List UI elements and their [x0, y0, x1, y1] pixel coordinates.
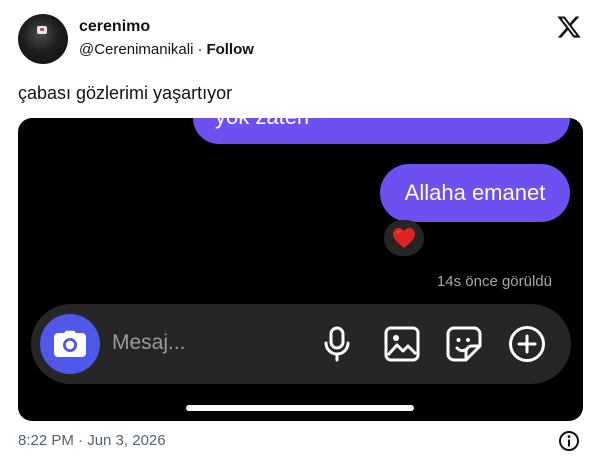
heart-reaction — [384, 220, 424, 256]
microphone-button[interactable] — [318, 325, 356, 363]
separator: · — [197, 41, 203, 58]
gallery-icon — [384, 326, 420, 362]
seen-status: 14s önce görüldü — [436, 273, 552, 290]
camera-icon — [54, 330, 86, 357]
tweet-text: çabası gözlerimi yaşartıyor — [18, 83, 233, 103]
heart-icon — [393, 228, 415, 248]
sticker-icon — [446, 326, 482, 362]
message-bubble-partial: yok zaten — [193, 118, 570, 144]
sticker-button[interactable] — [445, 325, 483, 363]
microphone-icon — [324, 326, 350, 362]
author-name[interactable]: cerenimo — [79, 18, 150, 36]
message-bubble: Allaha emanet — [380, 164, 570, 222]
camera-button[interactable] — [40, 314, 100, 374]
add-button[interactable] — [508, 325, 546, 363]
info-icon[interactable] — [558, 430, 580, 452]
message-input[interactable]: Mesaj... — [112, 331, 186, 355]
avatar-detail — [40, 28, 44, 31]
message-composer[interactable]: Mesaj... — [31, 304, 571, 384]
add-icon — [509, 326, 545, 362]
gallery-button[interactable] — [383, 325, 421, 363]
author-avatar[interactable] — [18, 14, 68, 64]
tweet-media-screenshot[interactable]: yok zaten Allaha emanet 14s önce görüldü… — [18, 118, 583, 421]
tweet-timestamp[interactable]: 8:22 PM · Jun 3, 2026 — [18, 432, 166, 449]
x-logo-icon[interactable] — [556, 14, 582, 40]
home-indicator — [186, 405, 414, 411]
author-handle[interactable]: @Cerenimanikali — [79, 41, 193, 58]
message-text: Allaha emanet — [404, 180, 546, 205]
partial-message-text: yok zaten — [215, 118, 309, 130]
follow-button[interactable]: Follow — [206, 41, 254, 58]
author-handle-row: @Cerenimanikali · Follow — [79, 41, 254, 58]
